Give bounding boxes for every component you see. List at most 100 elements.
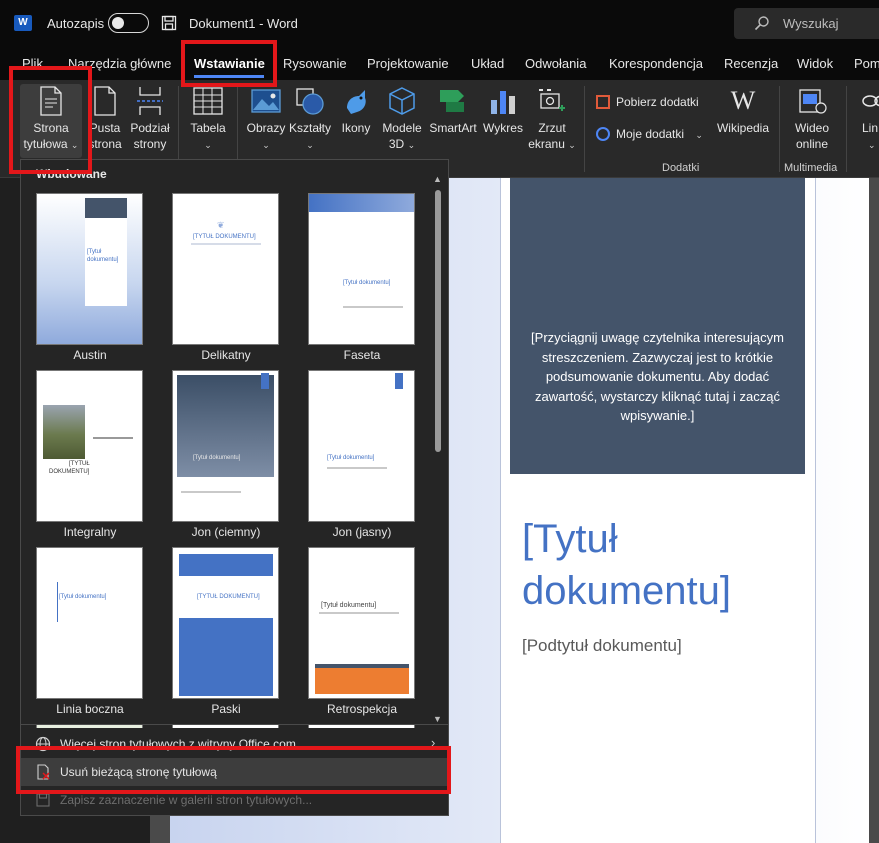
more-cover-pages-online[interactable]: Więcej stron tytułowych z witryny Office… (21, 730, 448, 758)
icons-icon (347, 90, 366, 114)
thumb-tab (261, 373, 269, 389)
thumb-line (319, 612, 399, 614)
group-label-addins: Dodatki (662, 162, 700, 174)
shapes-button[interactable]: Kształty ⌄ (288, 86, 332, 153)
chevron-down-icon: ⌄ (868, 140, 876, 150)
table-button[interactable]: Tabela ⌄ (186, 86, 230, 153)
tab-review[interactable]: Recenzja (724, 56, 778, 71)
wikipedia-icon: W (730, 86, 756, 115)
thumb-line (93, 437, 133, 439)
wikipedia-button[interactable]: W Wikipedia (712, 86, 774, 136)
icons-button[interactable]: Ikony (336, 86, 376, 136)
thumb-retrospekcja[interactable]: [Tytuł dokumentu] (308, 547, 415, 699)
thumb-delikatny[interactable]: [TYTUŁ DOKUMENTU] ❦ (172, 193, 279, 345)
gallery-label-linia-boczna: Linia boczna (56, 702, 124, 716)
gallery-label-austin: Austin (73, 348, 107, 362)
thumb-linia-boczna[interactable]: [Tytuł dokumentu] (36, 547, 143, 699)
blank-page-button[interactable]: Pusta strona (86, 86, 124, 152)
more-cover-pages-label: Więcej stron tytułowych z witryny Office… (60, 737, 296, 751)
pictures-button[interactable]: Obrazy ⌄ (244, 86, 288, 153)
remove-cover-page[interactable]: Usuń bieżącą stronę tytułową (21, 758, 448, 786)
get-addins-label: Pobierz dodatki (616, 95, 699, 109)
tab-help[interactable]: Pom (854, 56, 879, 71)
thumb-stripe-bottom (179, 618, 273, 696)
tab-insert[interactable]: Wstawianie (194, 56, 265, 71)
gallery-label-paski: Paski (211, 702, 241, 716)
ribbon-separator (846, 86, 847, 172)
my-addins-button[interactable]: Moje dodatki ⌄ (596, 126, 703, 143)
gallery-scrollbar-thumb[interactable] (435, 190, 441, 452)
tab-home[interactable]: Narzędzia główne (68, 56, 171, 71)
document-subtitle-placeholder[interactable]: [Podtytuł dokumentu] (522, 636, 682, 656)
scroll-up-arrow-icon[interactable]: ▲ (433, 174, 442, 184)
shapes-label: Kształty (288, 121, 331, 135)
thumb-line (343, 306, 403, 308)
tab-file[interactable]: Plik (22, 56, 43, 71)
page-break-button[interactable]: Podział strony (128, 86, 172, 152)
chevron-down-icon: ⌄ (695, 130, 703, 140)
save-selection-label: Zapisz zaznaczenie w galerii stron tytuł… (60, 793, 313, 807)
addins-icon (596, 127, 610, 141)
chart-button[interactable]: Wykres (482, 86, 524, 136)
gallery-header: Wbudowane (36, 167, 107, 181)
online-video-button[interactable]: Wideo online (786, 86, 838, 152)
smartart-button[interactable]: SmartArt (426, 86, 480, 136)
word-logo-icon: W (14, 15, 32, 31)
abstract-box[interactable] (510, 178, 805, 474)
remove-cover-page-label: Usuń bieżącą stronę tytułową (60, 765, 217, 779)
my-addins-label: Moje dodatki (616, 127, 685, 141)
thumb-title-1: [Tytuł (87, 249, 102, 255)
3d-models-button[interactable]: Modele 3D ⌄ (378, 86, 426, 153)
tab-design[interactable]: Projektowanie (367, 56, 449, 71)
thumb-faseta[interactable]: [Tytuł dokumentu] (308, 193, 415, 345)
screenshot-button[interactable]: Zrzut ekranu ⌄ (528, 86, 576, 153)
autosave-label: Autozapis (47, 16, 105, 31)
page-break-label-1: Podział (130, 121, 170, 135)
save-icon[interactable] (161, 15, 177, 31)
get-addins-button[interactable]: Pobierz dodatki (596, 94, 699, 110)
chevron-down-icon: ⌄ (306, 140, 314, 150)
autosave-toggle[interactable] (108, 13, 149, 33)
3d-models-label-1: Modele (382, 121, 422, 135)
thumb-paski[interactable]: [TYTUŁ DOKUMENTU] (172, 547, 279, 699)
thumb-title: [Tytuł dokumentu] (193, 455, 241, 461)
ribbon-tabs: Plik Narzędzia główne Wstawianie Rysowan… (0, 46, 879, 80)
ornament-icon: ❦ (217, 220, 225, 230)
thumb-title: [Tytuł dokumentu] (59, 594, 107, 600)
cover-page-button[interactable]: Strona tytułowa ⌄ (20, 86, 82, 153)
links-button[interactable]: Lin ⌄ (852, 86, 879, 153)
tab-view[interactable]: Widok (797, 56, 833, 71)
thumb-title: [Tytuł dokumentu] (343, 280, 391, 286)
gallery-label-faseta: Faseta (343, 348, 381, 362)
smartart-icon (440, 90, 464, 112)
online-video-label-1: Wideo (794, 121, 829, 135)
tab-mailings[interactable]: Korespondencja (609, 56, 703, 71)
remove-page-icon (37, 764, 50, 780)
gallery-label-jon-ciemny: Jon (ciemny) (191, 525, 261, 539)
tab-references[interactable]: Odwołania (525, 56, 586, 71)
3d-models-label-2: 3D (388, 137, 405, 151)
tab-draw[interactable]: Rysowanie (283, 56, 347, 71)
search-icon (754, 16, 769, 31)
thumb-austin[interactable]: [Tytuł dokumentu] (36, 193, 143, 345)
thumb-side-line (57, 582, 58, 622)
icons-label: Ikony (341, 121, 371, 135)
cover-page-icon (40, 86, 62, 116)
thumb-jon-ciemny[interactable]: [Tytuł dokumentu] (172, 370, 279, 522)
scroll-down-arrow-icon[interactable]: ▼ (433, 714, 442, 724)
abstract-text[interactable]: [Przyciągnij uwagę czytelnika interesują… (525, 328, 790, 426)
table-label: Tabela (190, 121, 226, 135)
save-to-gallery-icon (36, 793, 50, 807)
search-box[interactable]: Wyszukaj (734, 8, 879, 39)
tab-layout[interactable]: Układ (471, 56, 504, 71)
thumb-integralny[interactable]: [TYTUŁ DOKUMENTU] (36, 370, 143, 522)
save-selection-to-gallery[interactable]: Zapisz zaznaczenie w galerii stron tytuł… (21, 786, 448, 814)
thumb-jon-jasny[interactable]: [Tytuł dokumentu] (308, 370, 415, 522)
thumb-title: [Tytuł dokumentu] (321, 602, 377, 609)
thumb-photo (43, 405, 85, 459)
thumb-block (85, 198, 127, 218)
blank-page-label-2: strona (88, 137, 122, 151)
thumb-title-2: DOKUMENTU] (49, 469, 90, 475)
chevron-down-icon: ⌄ (204, 140, 212, 150)
document-title-placeholder[interactable]: [Tytuł dokumentu] (522, 513, 802, 617)
